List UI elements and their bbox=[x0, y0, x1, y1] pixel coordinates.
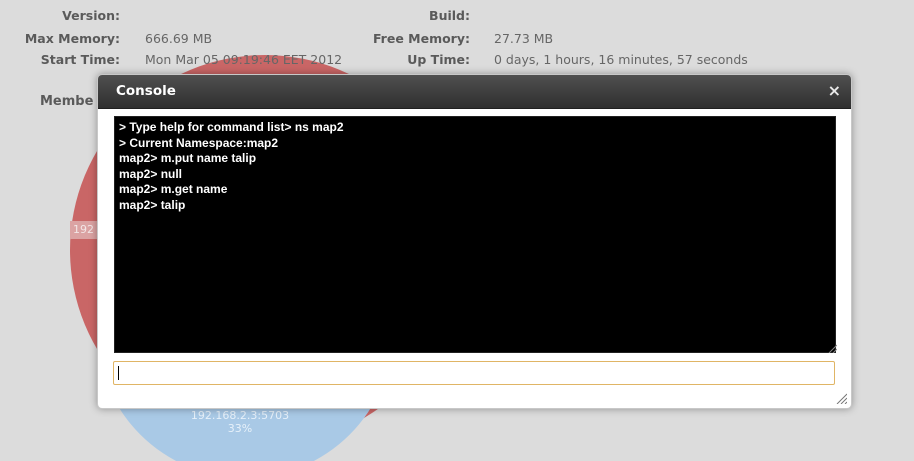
console-line: map2> m.get name bbox=[119, 182, 228, 196]
version-label: Version: bbox=[62, 8, 120, 23]
up-time-label: Up Time: bbox=[407, 52, 470, 67]
text-caret bbox=[118, 366, 119, 380]
max-memory-label: Max Memory: bbox=[24, 31, 120, 46]
free-memory-label: Free Memory: bbox=[372, 31, 470, 46]
build-label: Build: bbox=[429, 8, 470, 23]
console-line: map2> m.put name talip bbox=[119, 151, 257, 165]
console-line: map2> null bbox=[119, 166, 183, 181]
console-titlebar[interactable]: Console × bbox=[98, 75, 851, 109]
members-label: Membe bbox=[40, 94, 94, 109]
start-time-label: Start Time: bbox=[40, 52, 120, 67]
close-icon[interactable]: × bbox=[828, 81, 841, 101]
free-memory-value: 27.73 MB bbox=[494, 31, 554, 46]
dialog-resize-grip-icon[interactable] bbox=[836, 393, 847, 404]
console-line: > Type help for command list> ns map2 bbox=[119, 120, 344, 134]
console-output[interactable]: > Type help for command list> ns map2 > … bbox=[114, 116, 836, 353]
pie-label-blue-percent: 33% bbox=[227, 422, 253, 435]
console-line: map2> talip bbox=[119, 197, 186, 212]
up-time-value: 0 days, 1 hours, 16 minutes, 57 seconds bbox=[494, 52, 748, 67]
console-line: > Current Namespace:map2 bbox=[119, 135, 279, 150]
max-memory-value: 666.69 MB bbox=[145, 31, 213, 46]
pie-label-blue-ip: 192.168.2.3:5703 bbox=[190, 409, 290, 422]
console-command-input[interactable] bbox=[113, 361, 835, 385]
output-resize-grip-icon[interactable] bbox=[827, 343, 837, 353]
console-dialog: Console × > Type help for command list> … bbox=[97, 74, 852, 409]
console-title: Console bbox=[116, 83, 176, 99]
start-time-value: Mon Mar 05 09:19:46 EET 2012 bbox=[145, 52, 343, 67]
